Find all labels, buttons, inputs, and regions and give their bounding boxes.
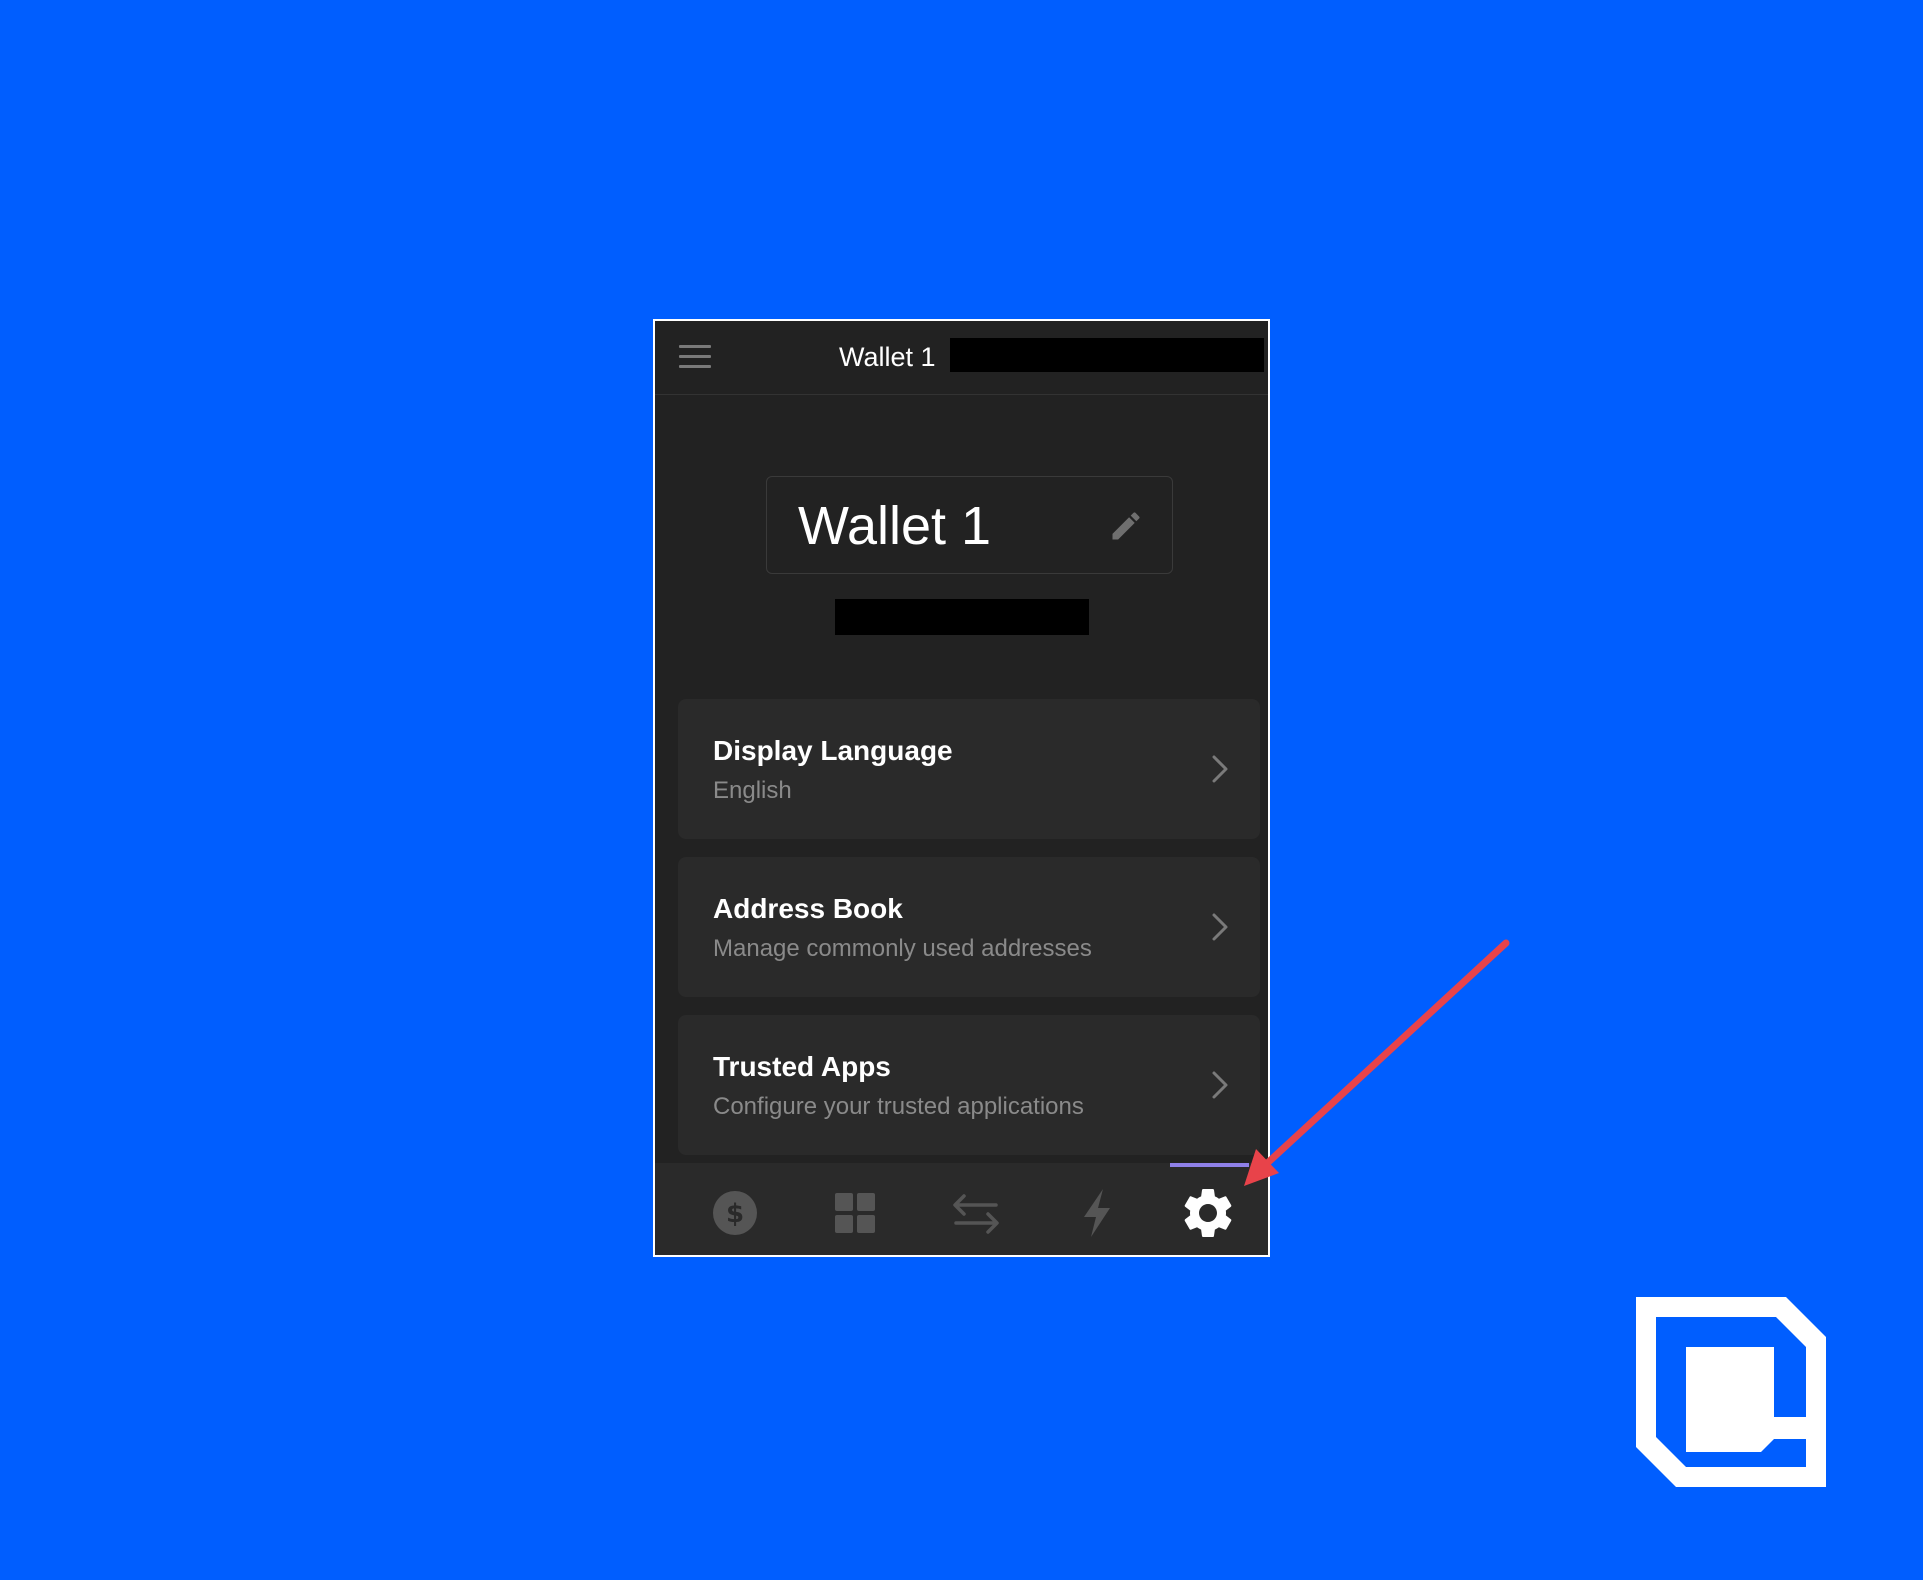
- setting-subtitle: Configure your trusted applications: [713, 1093, 1084, 1120]
- setting-subtitle: English: [713, 777, 792, 804]
- setting-title: Trusted Apps: [713, 1051, 891, 1082]
- hamburger-menu-icon[interactable]: [677, 338, 713, 374]
- setting-address-book[interactable]: Address Book Manage commonly used addres…: [678, 857, 1260, 997]
- grid-icon: [835, 1193, 875, 1233]
- svg-text:$: $: [726, 1199, 744, 1229]
- settings-list: Display Language English Address Book Ma…: [678, 699, 1260, 1173]
- redacted-wallet-address: [835, 599, 1089, 635]
- lightning-icon: [1084, 1189, 1110, 1237]
- wallet-name-box[interactable]: Wallet 1: [766, 476, 1173, 574]
- chevron-right-icon: [1208, 909, 1232, 945]
- wallet-selector-title[interactable]: Wallet 1: [839, 337, 936, 377]
- chevron-right-icon: [1208, 751, 1232, 787]
- setting-title: Address Book: [713, 893, 903, 924]
- wallet-name: Wallet 1: [798, 496, 992, 556]
- nav-settings-button[interactable]: [1178, 1183, 1238, 1243]
- chevron-right-icon: [1208, 1067, 1232, 1103]
- nav-balances-button[interactable]: $: [705, 1183, 765, 1243]
- top-bar: Wallet 1: [655, 321, 1268, 395]
- setting-title: Display Language: [713, 735, 953, 766]
- setting-subtitle: Manage commonly used addresses: [713, 935, 1092, 962]
- dollar-coin-icon: $: [713, 1191, 757, 1235]
- active-tab-indicator: [1170, 1163, 1249, 1167]
- bottom-nav-bar: $: [655, 1163, 1268, 1255]
- gear-icon: [1184, 1189, 1232, 1237]
- nav-activity-button[interactable]: [1067, 1183, 1127, 1243]
- wallet-popup-window: Wallet 1 Wallet 1 Display Language Engli…: [653, 319, 1270, 1257]
- setting-trusted-apps[interactable]: Trusted Apps Configure your trusted appl…: [678, 1015, 1260, 1155]
- brand-logo: [1636, 1297, 1826, 1487]
- nav-swap-button[interactable]: [946, 1183, 1006, 1243]
- setting-display-language[interactable]: Display Language English: [678, 699, 1260, 839]
- nav-collectibles-button[interactable]: [825, 1183, 885, 1243]
- pencil-edit-icon[interactable]: [1108, 508, 1144, 544]
- redacted-address-top: [950, 338, 1264, 372]
- swap-arrows-icon: [953, 1194, 999, 1234]
